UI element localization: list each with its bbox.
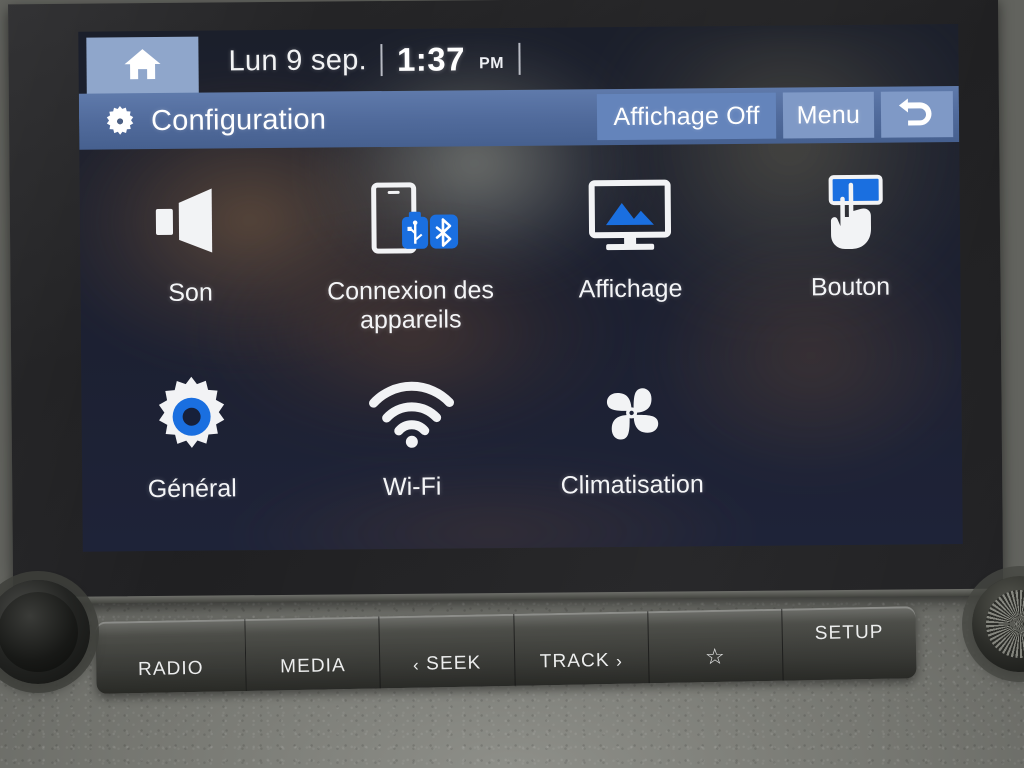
status-clock-time: 1:37: [396, 40, 466, 78]
hardware-button-strip: RADIO MEDIA ‹ SEEK TRACK › ☆ SETUP: [95, 606, 917, 694]
media-button[interactable]: MEDIA: [245, 616, 382, 691]
status-divider: [517, 42, 521, 75]
head-unit-bezel: Lun 9 sep. 1:37 PM Configuration Afficha…: [8, 0, 1004, 605]
page-title: Configuration: [150, 103, 327, 137]
track-button[interactable]: TRACK ›: [513, 611, 650, 686]
menu-button[interactable]: Menu: [782, 91, 875, 139]
back-arrow-icon: [896, 95, 938, 134]
menu-tile-connexion-des-appareils[interactable]: Connexion des appareils: [299, 156, 521, 354]
hardware-button-label: MEDIA: [279, 655, 347, 678]
infotainment-screen[interactable]: Lun 9 sep. 1:37 PM Configuration Afficha…: [78, 24, 963, 552]
menu-tile-general[interactable]: Général: [81, 354, 303, 552]
chevron-right-icon: ›: [615, 651, 624, 671]
menu-tile-affichage[interactable]: Affichage: [519, 154, 741, 352]
back-button[interactable]: [880, 91, 954, 138]
home-button[interactable]: [86, 36, 199, 96]
menu-tile-bouton[interactable]: Bouton: [739, 152, 961, 350]
bezel-bottom-lip: [13, 588, 1004, 605]
hardware-button-label: SETUP: [814, 621, 884, 645]
menu-tile-wifi[interactable]: Wi-Fi: [301, 352, 523, 550]
status-bar: Lun 9 sep. 1:37 PM: [78, 24, 959, 96]
menu-tile-label: Affichage: [578, 274, 683, 304]
touch-button-icon: [806, 167, 893, 264]
menu-tile-label: Général: [147, 474, 237, 504]
menu-tile-label: Connexion des appareils: [327, 276, 495, 334]
menu-tile-son[interactable]: Son: [79, 158, 301, 356]
center-console: Lun 9 sep. 1:37 PM Configuration Afficha…: [0, 0, 1024, 768]
gear-icon: [149, 368, 234, 465]
fan-icon: [589, 365, 674, 462]
title-bar-actions: Affichage Off Menu: [597, 86, 959, 145]
seek-button[interactable]: ‹ SEEK: [379, 613, 516, 689]
menu-tile-label: Wi-Fi: [382, 472, 442, 502]
display-off-button[interactable]: Affichage Off: [597, 92, 776, 141]
home-icon: [122, 44, 162, 87]
menu-tile-label: Son: [168, 278, 213, 307]
settings-menu-grid: Son Connexion des appareils Affichage Bo…: [79, 152, 962, 552]
hardware-button-label: SEEK: [425, 652, 482, 675]
star-icon: ☆: [704, 643, 727, 670]
favorite-button[interactable]: ☆: [647, 608, 784, 684]
status-clock-ampm: PM: [478, 54, 505, 73]
hardware-button-label: RADIO: [137, 657, 204, 681]
status-date: Lun 9 sep.: [228, 43, 368, 77]
menu-tile-label: Climatisation: [560, 470, 704, 500]
status-divider: [380, 44, 384, 77]
wifi-icon: [365, 366, 458, 463]
chevron-left-icon: ‹: [412, 655, 421, 675]
hardware-button-label: TRACK: [539, 650, 610, 673]
title-bar: Configuration Affichage Off Menu: [78, 86, 960, 150]
setup-button[interactable]: SETUP: [782, 606, 917, 681]
menu-tile-climatisation[interactable]: Climatisation: [521, 350, 743, 548]
speaker-icon: [147, 172, 232, 269]
status-bar-center: Lun 9 sep. 1:37 PM: [228, 28, 521, 93]
device-connection-icon: [355, 170, 464, 267]
menu-tile-label: Bouton: [810, 272, 891, 302]
gear-icon: [103, 104, 137, 138]
radio-button[interactable]: RADIO: [95, 618, 247, 694]
display-monitor-icon: [583, 169, 676, 266]
